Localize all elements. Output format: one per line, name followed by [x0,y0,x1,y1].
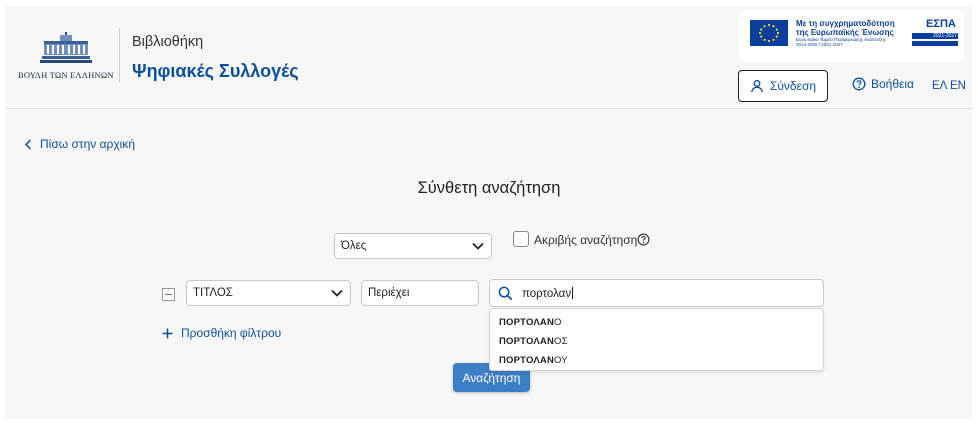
help-link[interactable]: Βοήθεια [852,77,914,91]
autocomplete-suggestions: ΠΟΡΤΟΛΑΝΟ ΠΟΡΤΟΛΑΝΟΣ ΠΟΡΤΟΛΑΝΟΥ [489,308,824,371]
espa-logo: ΕΣΠΑ 2021-2027 [912,18,960,54]
search-query-input[interactable]: πορτολαν [489,279,824,307]
login-button[interactable]: Σύνδεση [738,70,828,102]
logo-text: ΒΟΥΛΗ ΤΩΝ ΕΛΛΗΝΩΝ [18,70,114,80]
scope-select-value: Όλες [341,240,367,252]
eu-flag-icon [750,20,788,46]
remove-filter-row-button[interactable] [162,288,175,301]
help-label: Βοήθεια [871,77,914,91]
espa-text: Με τη συγχρηματοδότηση της Ευρωπαϊκής Έν… [796,19,908,47]
site-header: ΒΟΥΛΗ ΤΩΝ ΕΛΛΗΝΩΝ Βιβλιοθήκη Ψηφιακές Συ… [6,6,972,109]
site-subtitle: Βιβλιοθήκη [132,34,204,50]
help-circle-icon[interactable] [637,233,650,246]
site-title[interactable]: Ψηφιακές Συλλογές [132,61,299,82]
header-divider [119,28,120,82]
lang-el-link[interactable]: ΕΛ [932,80,947,92]
exact-search-label: Ακριβής αναζήτηση [534,233,638,247]
add-filter-label: Προσθήκη φίλτρου [181,326,282,340]
suggestion-item[interactable]: ΠΟΡΤΟΛΑΝΟΣ [499,336,568,347]
espa-stripe [912,41,958,46]
espa-line-2: της Ευρωπαϊκής Ένωσης [796,28,894,37]
user-icon [751,80,763,93]
espa-line-1: Με τη συγχρηματοδότηση [796,19,895,28]
chevron-left-icon [24,138,32,150]
lang-en-link[interactable]: EN [950,80,966,92]
field-select-value: ΤΙΤΛΟΣ [193,287,233,299]
field-select[interactable]: ΤΙΤΛΟΣ [186,280,351,306]
exact-search-checkbox[interactable] [513,231,529,247]
help-circle-icon [852,77,866,91]
espa-years: 2021-2027 [912,33,958,39]
add-filter-button[interactable]: Προσθήκη φίλτρου [162,326,281,340]
search-query-value: πορτολαν [522,288,572,300]
back-link-label: Πίσω στην αρχική [40,137,135,151]
scope-select[interactable]: Όλες [334,233,492,259]
chevron-down-icon [472,242,484,250]
page: ΒΟΥΛΗ ΤΩΝ ΕΛΛΗΝΩΝ Βιβλιοθήκη Ψηφιακές Συ… [6,6,972,419]
page-title: Σύνθετη αναζήτηση [417,179,561,197]
plus-icon [162,328,173,338]
operator-input[interactable]: Περιέχει [361,280,479,306]
suggestion-item[interactable]: ΠΟΡΤΟΛΑΝΟ [499,317,562,328]
back-to-home-link[interactable]: Πίσω στην αρχική [24,137,135,151]
espa-funding-banner: Με τη συγχρηματοδότηση της Ευρωπαϊκής Έν… [738,10,964,62]
suggestion-item[interactable]: ΠΟΡΤΟΛΑΝΟΥ [499,355,568,366]
text-caret [572,287,574,299]
parliament-logo[interactable]: ΒΟΥΛΗ ΤΩΝ ΕΛΛΗΝΩΝ [18,32,113,86]
parliament-building-icon [40,32,92,63]
espa-logo-text: ΕΣΠΑ [926,18,956,30]
search-icon [498,286,513,301]
chevron-down-icon [331,289,343,297]
login-label: Σύνδεση [769,79,817,93]
espa-line-4: 2014-2020 / 2021-2027 [796,42,843,47]
